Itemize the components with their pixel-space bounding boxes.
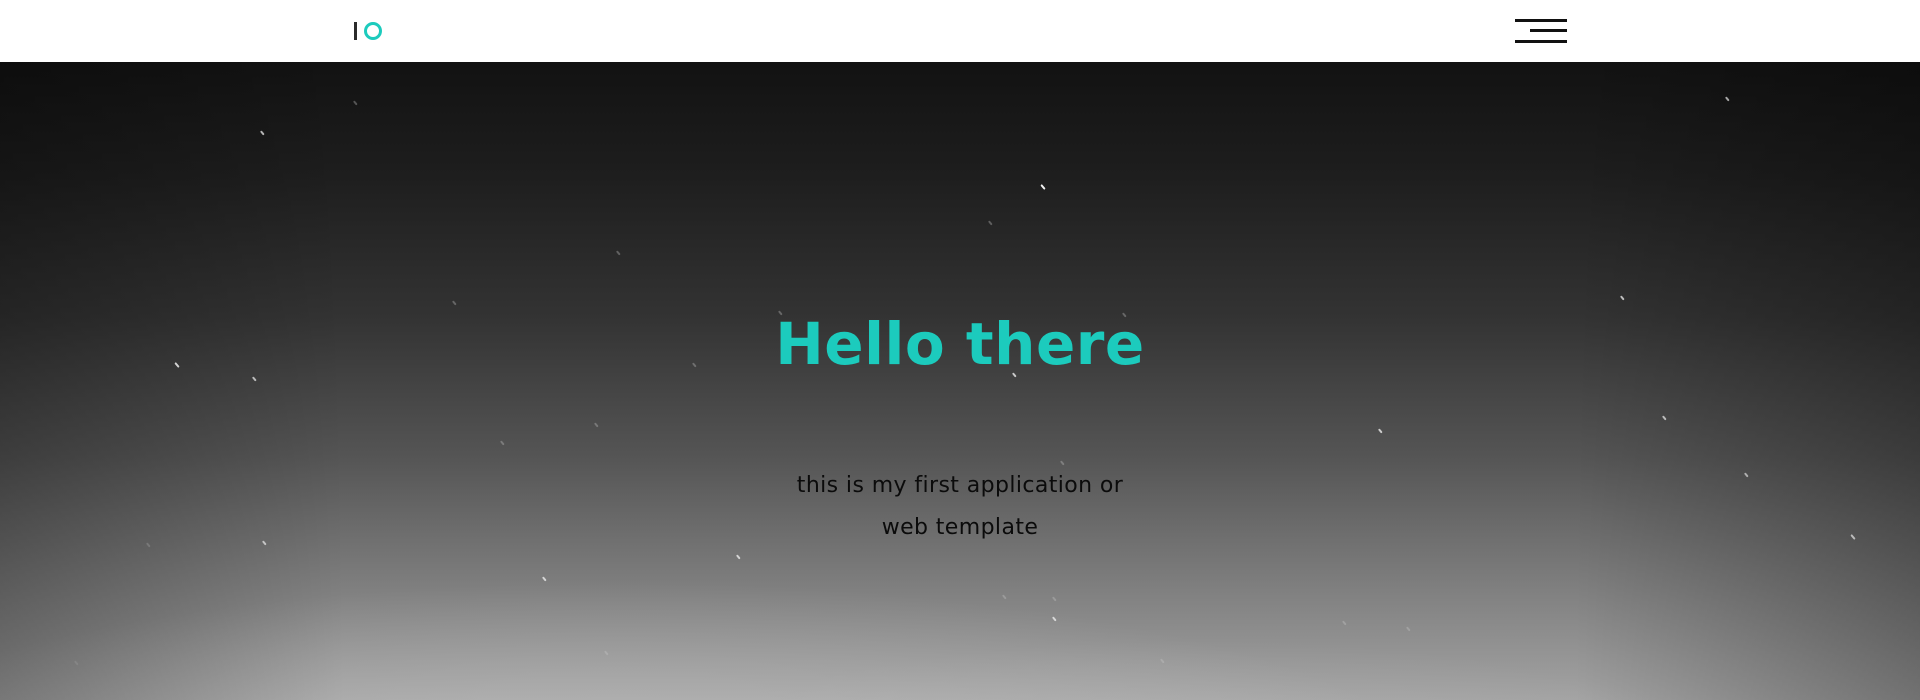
hero-subtitle: this is my first application or web temp… — [796, 473, 1124, 540]
hero-section — [0, 62, 1920, 700]
logo-circle-o — [364, 22, 382, 40]
hero-vignette — [0, 62, 1920, 700]
hamburger-menu-icon[interactable] — [1513, 16, 1567, 46]
logo-letter-i — [354, 22, 357, 40]
hero-title: Hello there — [775, 310, 1145, 378]
logo[interactable] — [354, 19, 382, 43]
menu-line-middle — [1530, 29, 1567, 32]
menu-line-bottom — [1515, 40, 1567, 43]
navbar — [0, 0, 1920, 62]
menu-line-top — [1515, 19, 1567, 22]
